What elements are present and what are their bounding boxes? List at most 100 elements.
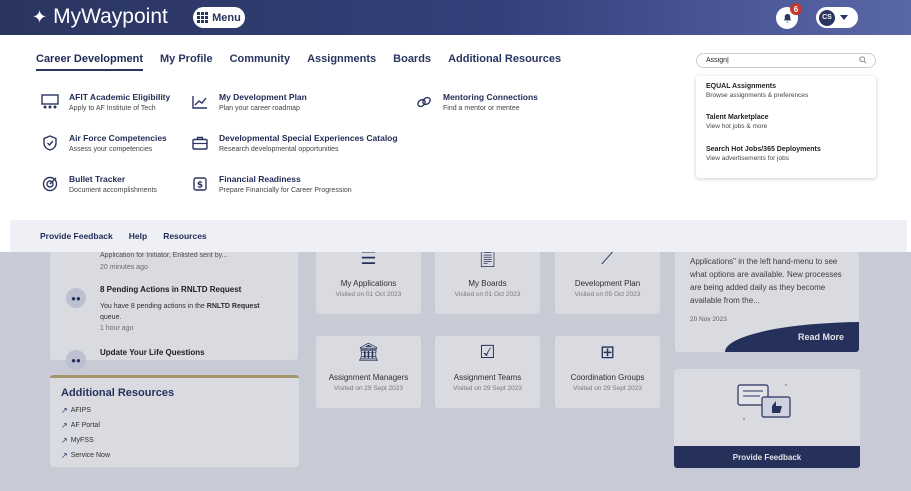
search-result-item[interactable]: Search Hot Jobs/365 Deployments View adv… xyxy=(706,146,821,162)
search-result-item[interactable]: EQUAL Assignments Browse assignments & p… xyxy=(706,83,808,99)
resource-link-af-portal[interactable]: ↗ AF Portal xyxy=(61,421,100,430)
top-navigation-bar: ✦ MyWaypoint Menu 6 CS xyxy=(0,0,911,35)
tile-title: Assignment Teams xyxy=(453,373,522,382)
sparkle-icon: ✦ xyxy=(32,6,48,27)
menu-item-subtitle: Document accomplishments xyxy=(69,187,157,194)
menu-item-title: My Development Plan xyxy=(219,92,307,102)
tab-boards[interactable]: Boards xyxy=(393,53,431,71)
target-icon xyxy=(40,174,60,194)
resource-link-service-now[interactable]: ↗ Service Now xyxy=(61,451,110,460)
menu-item-subtitle: Apply to AF Institute of Tech xyxy=(69,105,156,112)
footer-link-help[interactable]: Help xyxy=(129,231,147,241)
tile-visited-date: Visited on 01 Oct 2023 xyxy=(335,291,402,298)
menu-button[interactable]: Menu xyxy=(193,7,245,28)
tile-visited-date: Visited on 29 Sept 2023 xyxy=(573,385,642,392)
org-chart-icon: ⊞ xyxy=(599,342,616,362)
footer-link-provide-feedback[interactable]: Provide Feedback xyxy=(40,231,113,241)
external-link-icon: ↗ xyxy=(61,406,68,415)
activity-item-title[interactable]: 8 Pending Actions in RNLTD Request xyxy=(100,285,241,294)
app-name: MyWaypoint xyxy=(53,5,168,28)
tile-visited-date: Visited on 29 Sept 2023 xyxy=(453,385,522,392)
activity-partial-time: 20 minutes ago xyxy=(100,264,148,271)
search-result-subtitle: View advertisements for jobs xyxy=(706,155,789,162)
activity-item-body: You have 8 pending actions in the RNLTD … xyxy=(100,303,260,321)
external-link-icon: ↗ xyxy=(61,451,68,460)
tile-title: Coordination Groups xyxy=(570,373,645,382)
tile-coordination-groups[interactable]: ⊞ Coordination Groups Visited on 29 Sept… xyxy=(555,336,660,408)
menu-item-title: AFIT Academic Eligibility xyxy=(69,92,171,102)
tab-career-development[interactable]: Career Development xyxy=(36,53,143,71)
search-result-title: EQUAL Assignments xyxy=(706,83,777,90)
building-icon: 🏛︎ xyxy=(357,342,380,362)
resource-link-afips[interactable]: ↗ AFIPS xyxy=(61,406,91,415)
team-icon: ●● xyxy=(66,350,86,370)
shield-check-icon xyxy=(40,133,60,153)
tile-development-plan[interactable]: ⟋ Development Plan Visited on 05 Oct 202… xyxy=(555,242,660,314)
menu-item-title: Mentoring Connections xyxy=(443,92,538,102)
activity-panel: Application for Initiator, Enlisted sent… xyxy=(50,252,298,370)
tile-title: My Applications xyxy=(340,279,397,288)
mega-menu-tabs: Career Development My Profile Community … xyxy=(36,53,561,71)
tile-visited-date: Visited on 29 Sept 2023 xyxy=(334,385,403,392)
tile-title: Assignment Managers xyxy=(328,373,409,382)
external-link-icon: ↗ xyxy=(61,436,68,445)
menu-item-subtitle: Plan your career roadmap xyxy=(219,105,300,112)
classroom-icon xyxy=(40,92,60,112)
app-logo[interactable]: ✦ MyWaypoint xyxy=(32,5,168,29)
feedback-card: Provide Feedback xyxy=(674,369,860,468)
checklist-icon: ☑ xyxy=(479,342,496,362)
notifications-button[interactable]: 6 xyxy=(776,3,802,29)
activity-partial-text: Application for Initiator, Enlisted sent… xyxy=(100,252,228,259)
footer-link-resources[interactable]: Resources xyxy=(163,231,206,241)
tile-my-boards[interactable]: 📋︎ My Boards Visited on 01 Oct 2023 xyxy=(435,242,540,314)
svg-text:$: $ xyxy=(197,181,203,191)
activity-next-title[interactable]: Update Your Life Questions xyxy=(100,348,205,357)
menu-button-label: Menu xyxy=(212,11,241,24)
menu-item-title: Financial Readiness xyxy=(219,174,301,184)
trend-chart-icon xyxy=(190,92,210,112)
menu-item-dse-catalog[interactable]: Developmental Special Experiences Catalo… xyxy=(190,133,398,153)
menu-item-title: Developmental Special Experiences Catalo… xyxy=(219,133,398,143)
mega-menu-footer: Provide Feedback Help Resources xyxy=(10,220,907,252)
menu-item-financial-readiness[interactable]: $ Financial Readiness Prepare Financially… xyxy=(190,174,352,194)
menu-item-competencies[interactable]: Air Force Competencies Assess your compet… xyxy=(40,133,167,153)
menu-item-development-plan[interactable]: My Development Plan Plan your career road… xyxy=(190,92,307,112)
user-menu-button[interactable]: CS xyxy=(816,7,858,28)
tile-assignment-teams[interactable]: ☑ Assignment Teams Visited on 29 Sept 20… xyxy=(435,336,540,408)
search-result-title: Talent Marketplace xyxy=(706,114,769,121)
news-card: Applications" in the left hand-menu to s… xyxy=(675,252,859,352)
tab-additional-resources[interactable]: Additional Resources xyxy=(448,53,561,71)
team-icon: ●● xyxy=(66,288,86,308)
tile-title: My Boards xyxy=(468,279,507,288)
search-results-dropdown: EQUAL Assignments Browse assignments & p… xyxy=(696,76,876,178)
chevron-down-icon xyxy=(840,15,848,20)
menu-item-subtitle: Prepare Financially for Career Progressi… xyxy=(219,187,352,194)
search-icon[interactable] xyxy=(859,56,867,66)
search-result-subtitle: Browse assignments & preferences xyxy=(706,92,809,99)
feedback-illustration-icon xyxy=(737,384,791,420)
provide-feedback-button[interactable]: Provide Feedback xyxy=(674,446,860,468)
notification-badge: 6 xyxy=(790,3,802,15)
grid-icon xyxy=(197,12,209,23)
tab-community[interactable]: Community xyxy=(230,53,291,71)
read-more-button[interactable]: Read More xyxy=(798,332,844,342)
tile-visited-date: Visited on 05 Oct 2023 xyxy=(574,291,641,298)
tile-title: Development Plan xyxy=(574,279,641,288)
tab-assignments[interactable]: Assignments xyxy=(307,53,376,71)
activity-item-time: 1 hour ago xyxy=(100,325,134,332)
search-result-subtitle: View hot jobs & more xyxy=(706,123,768,130)
menu-item-afit[interactable]: AFIT Academic Eligibility Apply to AF Ins… xyxy=(40,92,170,112)
tab-my-profile[interactable]: My Profile xyxy=(160,53,213,71)
menu-search-input[interactable] xyxy=(696,53,876,68)
menu-item-bullet-tracker[interactable]: Bullet Tracker Document accomplishments xyxy=(40,174,157,194)
search-result-item[interactable]: Talent Marketplace View hot jobs & more xyxy=(706,114,769,130)
tile-my-applications[interactable]: ☰ My Applications Visited on 01 Oct 2023 xyxy=(316,242,421,314)
menu-item-subtitle: Assess your competencies xyxy=(69,146,153,153)
briefcase-icon xyxy=(190,133,210,153)
tile-visited-date: Visited on 01 Oct 2023 xyxy=(454,291,521,298)
menu-item-title: Air Force Competencies xyxy=(69,133,167,143)
resource-link-myfss[interactable]: ↗ MyFSS xyxy=(61,436,94,445)
external-link-icon: ↗ xyxy=(61,421,68,430)
menu-item-mentoring[interactable]: Mentoring Connections Find a mentor or me… xyxy=(414,92,538,112)
tile-assignment-managers[interactable]: 🏛︎ Assignment Managers Visited on 29 Sep… xyxy=(316,336,421,408)
